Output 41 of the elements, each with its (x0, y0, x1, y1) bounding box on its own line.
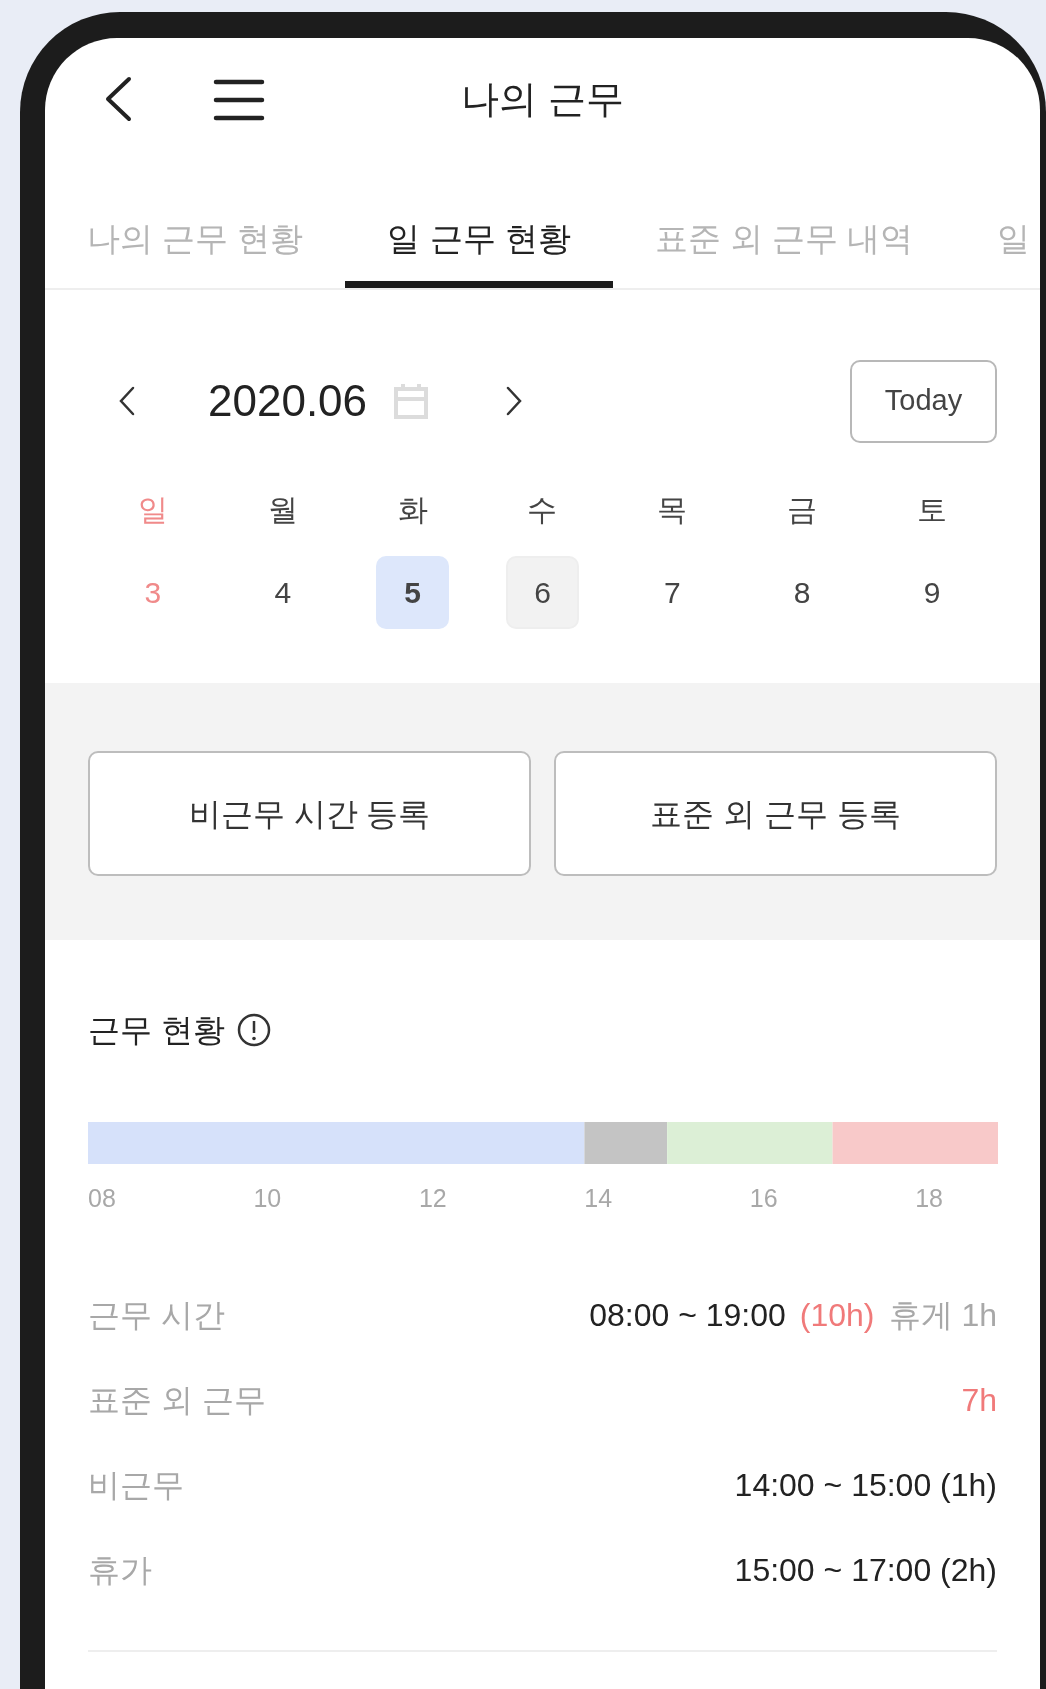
row-label: 비근무 (88, 1465, 184, 1505)
info-icon[interactable] (236, 1013, 271, 1047)
weekday-label: 목 (657, 491, 688, 528)
section-title: 근무 현황 (88, 1011, 225, 1050)
tab[interactable]: 일 근무 현황 (345, 196, 613, 288)
hour-label: 18 (915, 1184, 943, 1212)
row-value: 휴게 1h (888, 1295, 997, 1335)
hour-label: 10 (253, 1184, 282, 1212)
date-cell[interactable]: 6 (506, 555, 579, 629)
hour-label: 08 (88, 1184, 116, 1212)
row-value: 14:00 ~ 15:00 (1h) (734, 1465, 997, 1505)
row-value: (10h) (799, 1295, 875, 1335)
weekday-label: 월 (267, 491, 298, 528)
date-cell[interactable]: 4 (246, 555, 320, 629)
weekday-label: 화 (397, 491, 428, 528)
weekday-label: 일 (137, 491, 168, 528)
date-cell[interactable]: 9 (895, 555, 969, 629)
date-cell[interactable]: 5 (376, 555, 450, 629)
weekday-label: 금 (787, 491, 818, 528)
row-value: 15:00 ~ 17:00 (2h) (734, 1550, 997, 1590)
previous-month-icon[interactable] (118, 386, 136, 416)
date-cell[interactable]: 7 (635, 555, 709, 629)
row-value: 08:00 ~ 19:00 (589, 1295, 786, 1335)
month-label: 2020.06 (208, 375, 368, 427)
weekday-label: 수 (527, 491, 558, 528)
hour-label: 16 (749, 1184, 778, 1212)
back-icon[interactable] (103, 76, 133, 122)
weekday-label: 토 (917, 491, 948, 528)
date-cell[interactable]: 8 (765, 555, 839, 629)
next-month-icon[interactable] (505, 386, 524, 416)
row-label: 휴가 (88, 1550, 152, 1590)
row-label: 근무 시간 (88, 1295, 225, 1335)
register-button[interactable]: 비근무 시간 등록 (88, 751, 531, 876)
menu-icon[interactable] (213, 79, 265, 121)
hour-label: 12 (418, 1184, 447, 1212)
row-value: 7h (961, 1380, 997, 1420)
row-label: 표준 외 근무 (88, 1380, 266, 1420)
register-button[interactable]: 표준 외 근무 등록 (554, 751, 997, 876)
page-title: 나의 근무 (461, 80, 624, 118)
hour-label: 14 (584, 1184, 613, 1212)
today-button[interactable]: Today (850, 359, 997, 443)
